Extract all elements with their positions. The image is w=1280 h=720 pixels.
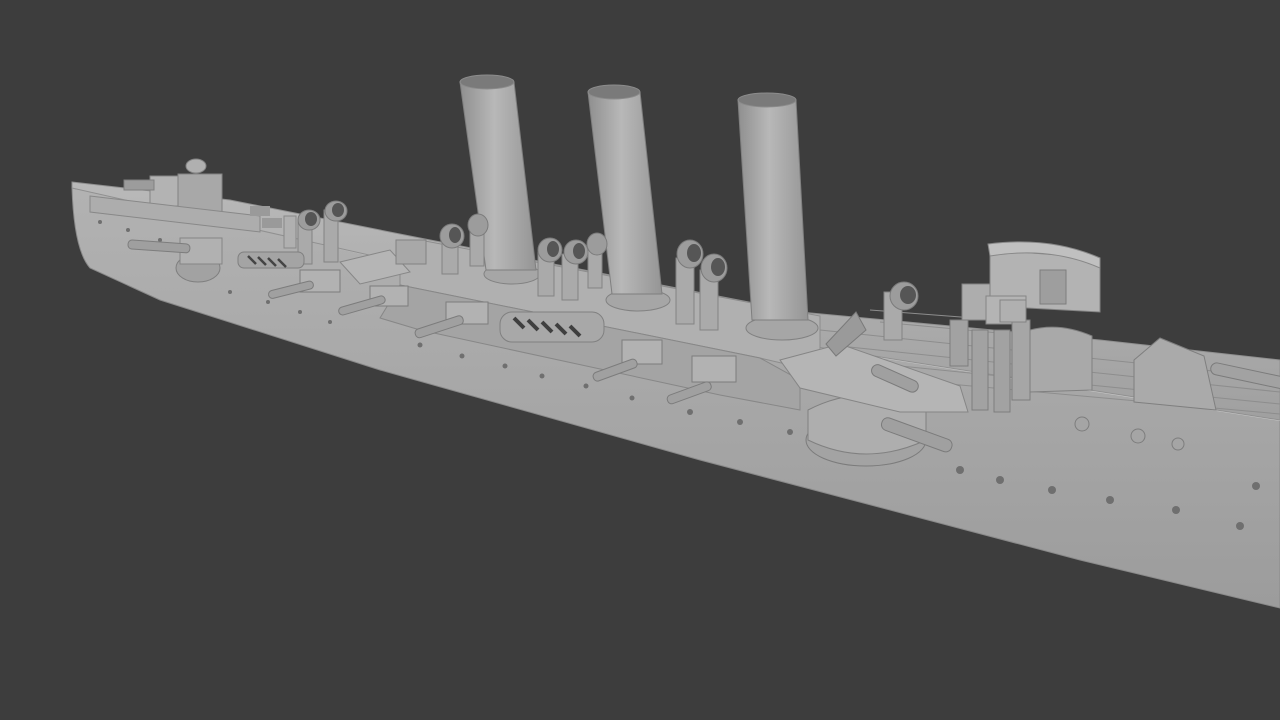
aft-bridge (949, 241, 1101, 413)
ship-model[interactable] (71, 74, 1280, 609)
deck-vent-grille-fore (237, 251, 305, 269)
3d-viewport[interactable] (0, 0, 1280, 720)
deck-vent-grille-mid (499, 311, 605, 343)
viewport-canvas[interactable] (0, 0, 1280, 720)
